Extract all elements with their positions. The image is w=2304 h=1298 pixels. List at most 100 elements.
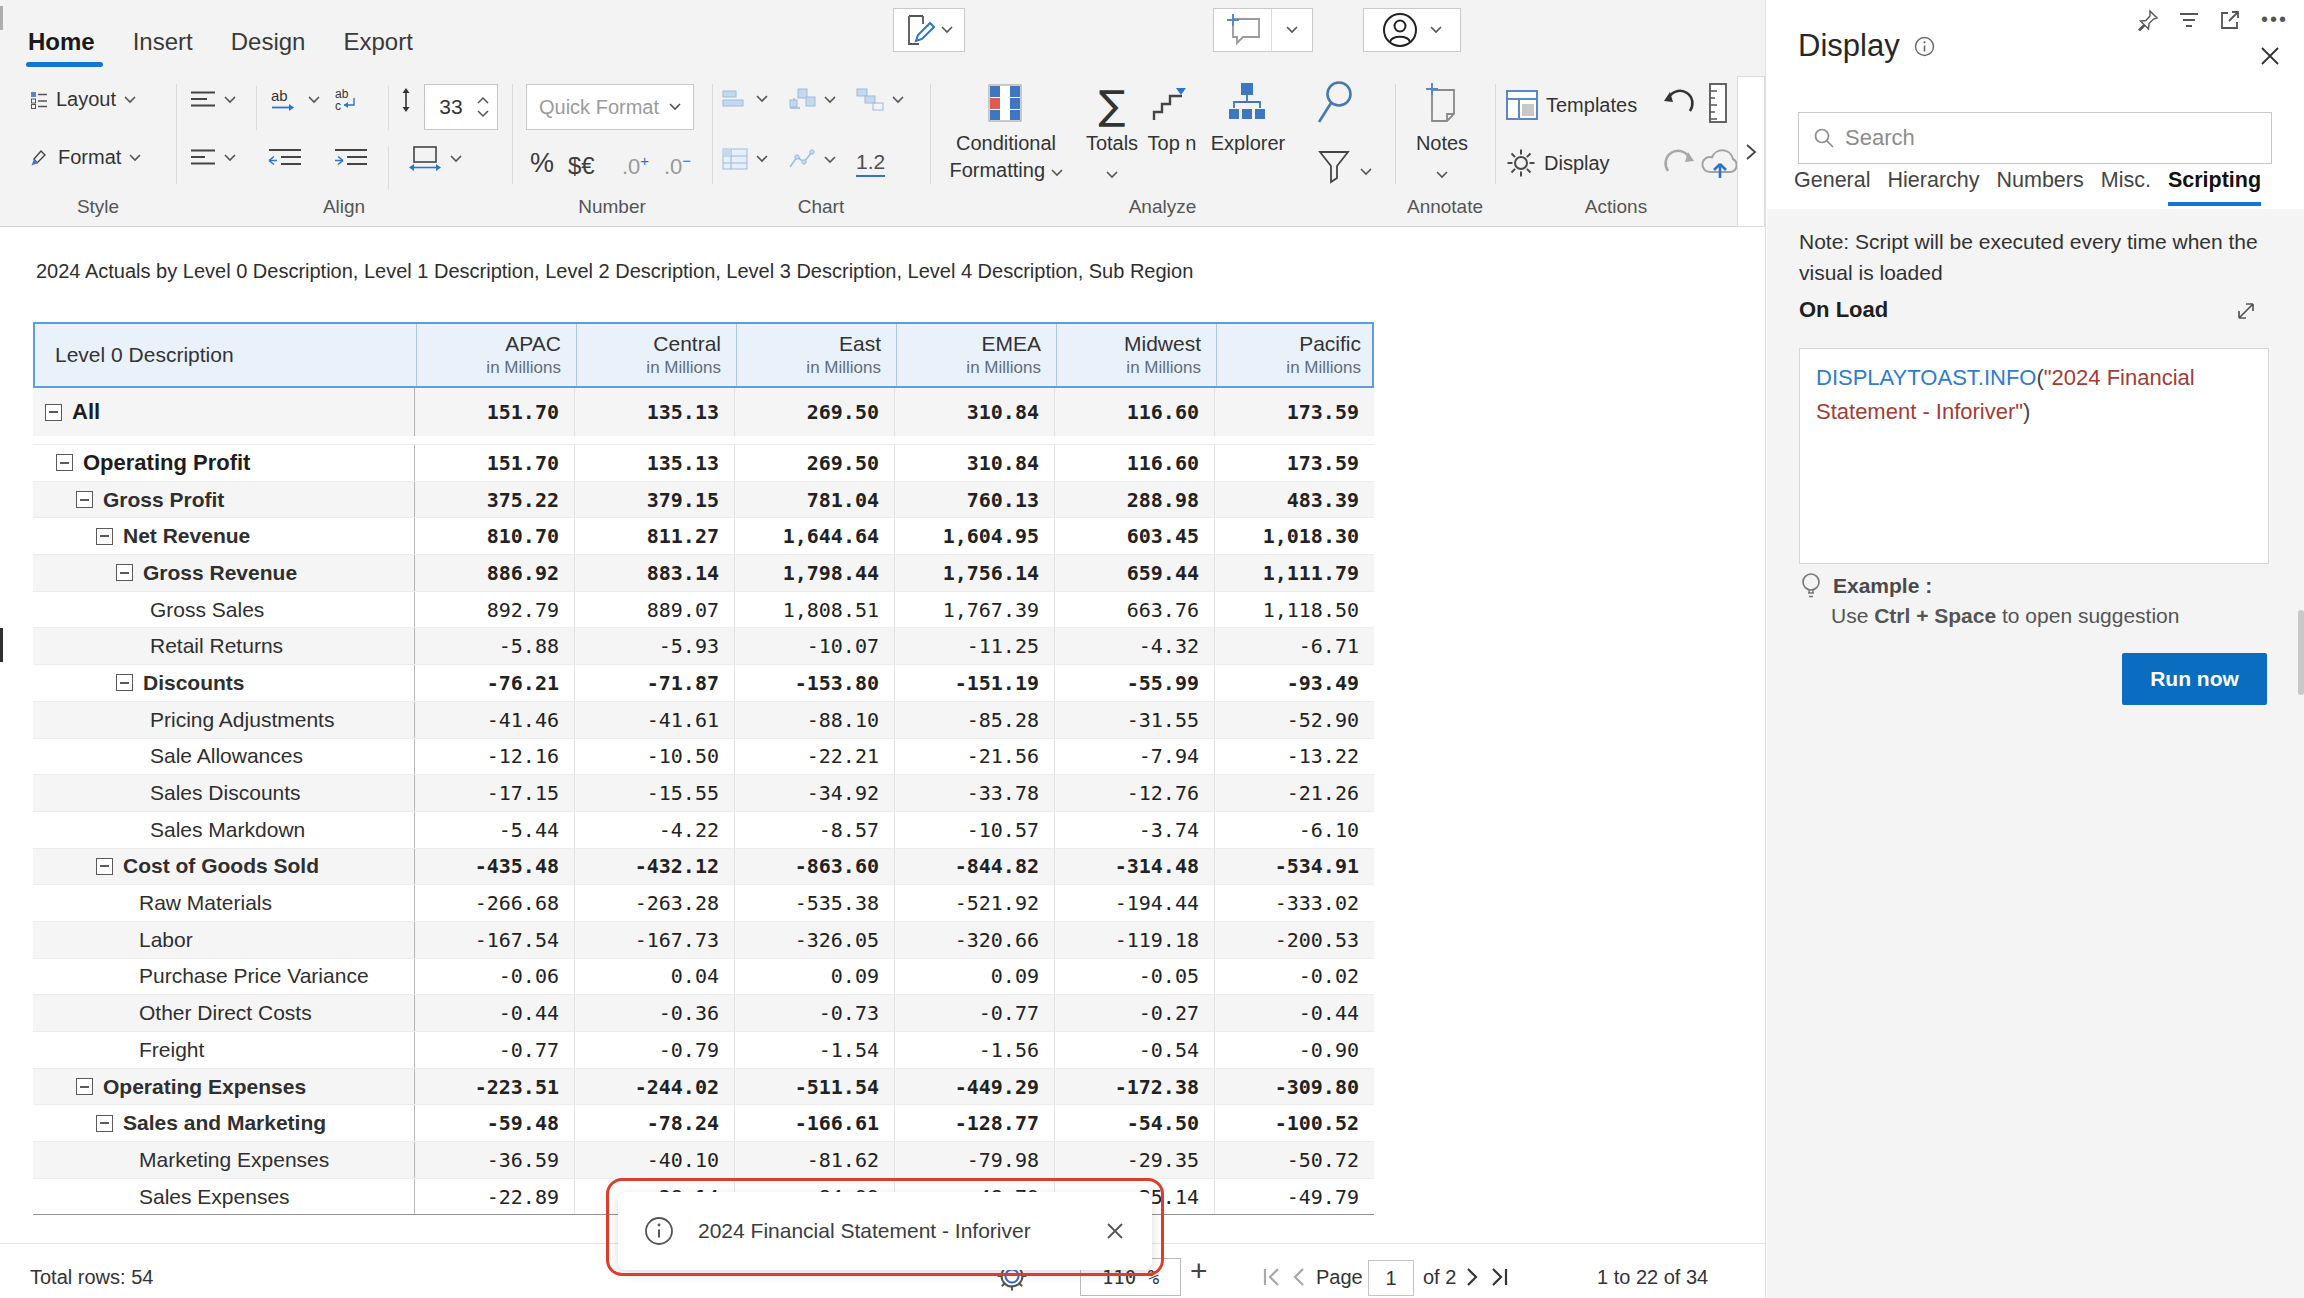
value-cell[interactable]: -0.05 [1054,959,1214,995]
conditional-formatting-icon[interactable] [988,84,1022,122]
value-cell[interactable]: -320.66 [894,922,1054,958]
value-cell[interactable]: -41.46 [414,702,574,738]
panel-close-icon[interactable] [2258,44,2282,68]
value-cell[interactable]: -5.44 [414,812,574,848]
value-cell[interactable]: -81.62 [734,1142,894,1178]
row-label[interactable]: Labor [33,922,414,958]
top-n-label[interactable]: Top n [1134,132,1210,155]
value-cell[interactable]: -151.19 [894,665,1054,701]
row-label[interactable]: Cost of Goods Sold [33,849,414,885]
tab-export[interactable]: Export [343,28,412,56]
panel-info-icon[interactable] [1914,36,1935,57]
combo-chart-button[interactable] [788,88,836,112]
value-cell[interactable]: -12.16 [414,739,574,775]
value-cell[interactable]: -59.48 [414,1105,574,1141]
value-cell[interactable]: 310.84 [894,445,1054,481]
value-cell[interactable]: 135.13 [574,388,734,436]
increase-indent-icon[interactable] [334,148,368,170]
top-n-icon[interactable] [1150,86,1190,122]
zoom-in-button[interactable]: + [1190,1254,1208,1288]
format-button[interactable]: Format [28,146,141,169]
value-cell[interactable]: -0.77 [894,995,1054,1031]
value-cell[interactable]: -22.89 [414,1179,574,1215]
value-cell[interactable]: 1,604.95 [894,518,1054,554]
row-label[interactable]: Pricing Adjustments [33,702,414,738]
explorer-label[interactable]: Explorer [1204,132,1292,155]
tab-general[interactable]: General [1794,168,1871,206]
value-cell[interactable]: -7.94 [1054,739,1214,775]
horizontal-align-button[interactable] [190,148,236,168]
value-cell[interactable]: -266.68 [414,885,574,921]
value-cell[interactable]: -3.74 [1054,812,1214,848]
value-cell[interactable]: -15.55 [574,775,734,811]
row-label[interactable]: Net Revenue [33,518,414,554]
value-cell[interactable]: 269.50 [734,388,894,436]
script-editor[interactable]: DISPLAYTOAST.INFO("2024 Financial Statem… [1799,348,2269,564]
row-label[interactable]: Raw Materials [33,885,414,921]
value-cell[interactable]: -844.82 [894,849,1054,885]
value-cell[interactable]: 173.59 [1214,388,1374,436]
value-cell[interactable]: 886.92 [414,555,574,591]
value-cell[interactable]: 173.59 [1214,445,1374,481]
value-cell[interactable]: 1,111.79 [1214,555,1374,591]
value-cell[interactable]: -128.77 [894,1105,1054,1141]
prev-page-icon[interactable] [1292,1268,1305,1286]
value-cell[interactable]: -1.54 [734,1032,894,1068]
value-cell[interactable]: 116.60 [1054,445,1214,481]
value-cell[interactable]: 310.84 [894,388,1054,436]
value-cell[interactable]: 663.76 [1054,592,1214,628]
value-cell[interactable]: 135.13 [574,445,734,481]
value-cell[interactable]: 1,644.64 [734,518,894,554]
value-cell[interactable]: -314.48 [1054,849,1214,885]
value-cell[interactable]: -10.57 [894,812,1054,848]
value-cell[interactable]: -21.56 [894,739,1054,775]
number-format-12-button[interactable]: 1.2 [856,150,885,177]
collapse-icon[interactable] [45,404,62,421]
row-label[interactable]: Sales and Marketing [33,1105,414,1141]
totals-icon[interactable]: ∑ [1076,82,1148,128]
value-cell[interactable]: -432.12 [574,849,734,885]
value-cell[interactable]: -11.25 [894,628,1054,664]
quick-format-select[interactable]: Quick Format [526,84,694,130]
expand-editor-icon[interactable] [2234,299,2258,323]
run-now-button[interactable]: Run now [2122,653,2267,705]
value-cell[interactable]: -5.93 [574,628,734,664]
value-cell[interactable]: -36.59 [414,1142,574,1178]
value-cell[interactable]: -244.02 [574,1069,734,1105]
collapse-icon[interactable] [96,528,113,545]
value-cell[interactable]: -0.02 [1214,959,1374,995]
value-cell[interactable]: -0.54 [1054,1032,1214,1068]
explorer-icon[interactable] [1228,82,1266,122]
filter-lines-icon[interactable] [2179,12,2199,28]
layout-button[interactable]: Layout [30,88,136,111]
value-cell[interactable]: -4.22 [574,812,734,848]
row-label[interactable]: Operating Expenses [33,1069,414,1105]
row-label[interactable]: Sales Markdown [33,812,414,848]
value-cell[interactable]: -71.87 [574,665,734,701]
tab-hierarchy[interactable]: Hierarchy [1888,168,1980,206]
value-cell[interactable]: -54.50 [1054,1105,1214,1141]
value-cell[interactable]: 1,798.44 [734,555,894,591]
table-chart-button[interactable] [722,148,768,170]
value-cell[interactable]: -521.92 [894,885,1054,921]
value-cell[interactable]: 269.50 [734,445,894,481]
ruler-icon[interactable] [1706,82,1730,124]
value-cell[interactable]: -167.54 [414,922,574,958]
value-cell[interactable]: -172.38 [1054,1069,1214,1105]
value-cell[interactable]: -5.88 [414,628,574,664]
row-label[interactable]: Gross Revenue [33,555,414,591]
pin-icon[interactable] [2137,9,2159,31]
notes-label[interactable]: Notes [1398,132,1486,184]
collapse-icon[interactable] [96,858,113,875]
display-button[interactable]: Display [1506,148,1610,178]
panel-scrollbar[interactable] [2298,610,2304,695]
value-cell[interactable]: -0.73 [734,995,894,1031]
value-cell[interactable]: -12.76 [1054,775,1214,811]
value-cell[interactable]: -0.36 [574,995,734,1031]
value-cell[interactable]: 1,118.50 [1214,592,1374,628]
collapse-icon[interactable] [76,491,93,508]
value-cell[interactable]: -17.15 [414,775,574,811]
tab-insert[interactable]: Insert [133,28,193,56]
header-column-emea[interactable]: EMEAin Millions [896,324,1056,386]
value-cell[interactable]: -33.78 [894,775,1054,811]
